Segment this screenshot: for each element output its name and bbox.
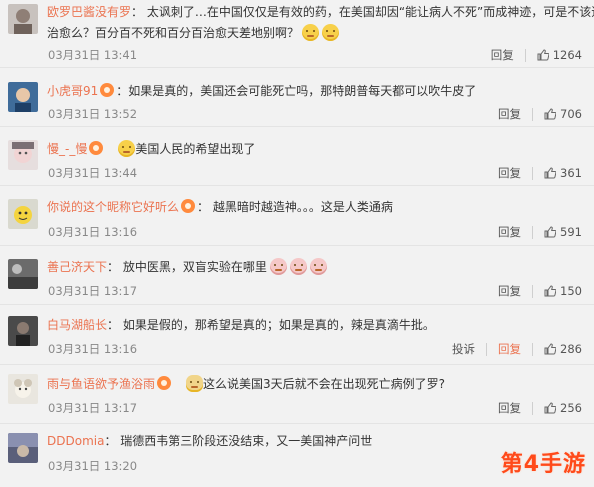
comment-actions: 回复 256	[487, 400, 582, 416]
comment-item: 白马湖船长： 如果是假的，那希望是真的；如果是真的，辣是真滴牛批。 03月31日…	[0, 305, 594, 365]
comment-text: ： 越黑暗时越造神。。。这是人类通病	[197, 200, 393, 214]
thumbs-up-icon	[544, 343, 557, 355]
username-link[interactable]: 善己济天下	[47, 260, 107, 274]
emoji-icon	[309, 258, 327, 275]
thumbs-up-icon	[544, 285, 557, 297]
like-count: 591	[560, 225, 582, 239]
username-link[interactable]: 雨与鱼语欲予渔浴雨	[47, 377, 155, 391]
comment-text: 治愈么？百分百不死和百分百治愈天差地别啊？	[47, 26, 300, 40]
avatar[interactable]	[8, 259, 38, 289]
comment-actions: 回复 150	[487, 283, 582, 299]
comment-text-line: 善己济天下： 放中医黑，双盲实验在哪里	[47, 256, 588, 279]
comment-text-line: 治愈么？百分百不死和百分百治愈天差地别啊？	[47, 22, 588, 45]
timestamp: 03月31日 13:16	[48, 225, 138, 239]
comment-actions: 回复 706	[487, 106, 582, 122]
like-button[interactable]: 591	[533, 225, 582, 239]
comment-text: ： 太讽刺了…在中国仅仅是有效的药，在美国却因“能让病人不死”而成神迹，可是不该…	[131, 5, 594, 19]
like-button[interactable]: 1264	[526, 48, 582, 62]
timestamp: 03月31日 13:52	[48, 107, 138, 121]
reply-button[interactable]: 回复	[487, 106, 532, 122]
member-badge-icon	[89, 141, 104, 155]
reply-button[interactable]: 回复	[480, 47, 525, 63]
avatar[interactable]	[8, 316, 38, 346]
avatar[interactable]	[8, 140, 38, 170]
like-count: 706	[560, 107, 582, 121]
like-count: 286	[560, 342, 582, 356]
reply-button[interactable]: 回复	[487, 400, 532, 416]
thumbs-up-icon	[544, 167, 557, 179]
comment-text-line: 雨与鱼语欲予渔浴雨 这么说美国3天后就不会在出现死亡病例了罗?	[47, 373, 588, 396]
emoji-icon	[118, 140, 136, 157]
comment-text: ： 瑞德西韦第三阶段还没结束，又一美国神产问世	[104, 434, 373, 448]
comment-text-line: 你说的这个昵称它好听么 ： 越黑暗时越造神。。。这是人类通病	[47, 196, 588, 219]
like-button[interactable]: 361	[533, 166, 582, 180]
avatar[interactable]	[8, 4, 38, 34]
comment-text-line: 白马湖船长： 如果是假的，那希望是真的；如果是真的，辣是真滴牛批。	[47, 314, 588, 337]
timestamp: 03月31日 13:16	[48, 342, 138, 356]
comment-text: ： 放中医黑，双盲实验在哪里	[107, 260, 267, 274]
emoji-icon	[269, 258, 287, 275]
comment-text: 美国人民的希望出现了	[135, 142, 256, 156]
comment-actions: 回复 1264	[480, 47, 582, 63]
comment-item: 欧罗巴酱没有罗： 太讽刺了…在中国仅仅是有效的药，在美国却因“能让病人不死”而成…	[0, 0, 594, 68]
avatar[interactable]	[8, 82, 38, 112]
username-link[interactable]: DDDomia	[47, 434, 104, 448]
timestamp: 03月31日 13:41	[48, 48, 138, 62]
reply-button[interactable]: 回复	[487, 341, 532, 357]
comment-text: ：如果是真的，美国还会可能死亡吗，那特朗普每天都可以吹牛皮了	[116, 84, 477, 98]
like-button[interactable]: 256	[533, 401, 582, 415]
emoji-icon	[186, 375, 204, 392]
comment-item: 小虎哥91 ：如果是真的，美国还会可能死亡吗，那特朗普每天都可以吹牛皮了 03月3…	[0, 68, 594, 127]
reply-button[interactable]: 回复	[487, 283, 532, 299]
reply-button[interactable]: 回复	[487, 165, 532, 181]
comment-actions: 投诉 回复 286	[441, 341, 582, 357]
like-count: 1264	[552, 48, 582, 62]
reply-button[interactable]: 回复	[487, 224, 532, 240]
like-count: 361	[560, 166, 582, 180]
comment-item: 慢_-_慢 美国人民的希望出现了 03月31日 13:44 回复 361	[0, 127, 594, 186]
emoji-icon	[322, 24, 340, 41]
member-badge-icon	[181, 199, 196, 213]
comment-actions: 回复 361	[487, 165, 582, 181]
comment-text: 这么说美国3天后就不会在出现死亡病例了罗?	[203, 377, 446, 391]
comment-text-line: 慢_-_慢 美国人民的希望出现了	[47, 138, 588, 161]
like-button[interactable]: 150	[533, 284, 582, 298]
like-button[interactable]: 706	[533, 107, 582, 121]
comment-item: 雨与鱼语欲予渔浴雨 这么说美国3天后就不会在出现死亡病例了罗? 03月31日 13…	[0, 365, 594, 424]
avatar[interactable]	[8, 433, 38, 463]
like-count: 150	[560, 284, 582, 298]
timestamp: 03月31日 13:17	[48, 401, 138, 415]
username-link[interactable]: 欧罗巴酱没有罗	[47, 5, 131, 19]
thumbs-up-icon	[544, 226, 557, 238]
comment-text: ： 如果是假的，那希望是真的；如果是真的，辣是真滴牛批。	[107, 318, 435, 332]
thumbs-up-icon	[544, 108, 557, 120]
member-badge-icon	[100, 83, 115, 97]
thumbs-up-icon	[544, 402, 557, 414]
comment-item: 你说的这个昵称它好听么 ： 越黑暗时越造神。。。这是人类通病 03月31日 13:…	[0, 186, 594, 246]
comment-text-line: 小虎哥91 ：如果是真的，美国还会可能死亡吗，那特朗普每天都可以吹牛皮了	[47, 80, 588, 103]
username-link[interactable]: 小虎哥91	[47, 84, 98, 98]
like-button[interactable]: 286	[533, 342, 582, 356]
username-link[interactable]: 你说的这个昵称它好听么	[47, 200, 179, 214]
emoji-icon	[289, 258, 307, 275]
avatar[interactable]	[8, 199, 38, 229]
username-link[interactable]: 慢_-_慢	[47, 142, 87, 156]
report-button[interactable]: 投诉	[441, 341, 486, 357]
timestamp: 03月31日 13:44	[48, 166, 138, 180]
like-count: 256	[560, 401, 582, 415]
timestamp: 03月31日 13:20	[48, 459, 138, 473]
thumbs-up-icon	[537, 49, 549, 61]
comment-actions: 回复 591	[487, 224, 582, 240]
comment-text-line: 欧罗巴酱没有罗： 太讽刺了…在中国仅仅是有效的药，在美国却因“能让病人不死”而成…	[47, 1, 594, 24]
site-watermark-logo: 第4手游	[500, 452, 586, 477]
emoji-icon	[302, 24, 320, 41]
timestamp: 03月31日 13:17	[48, 284, 138, 298]
comment-item: 善己济天下： 放中医黑，双盲实验在哪里 03月31日 13:17 回复 150	[0, 246, 594, 305]
avatar[interactable]	[8, 374, 38, 404]
member-badge-icon	[157, 376, 172, 390]
username-link[interactable]: 白马湖船长	[47, 318, 107, 332]
